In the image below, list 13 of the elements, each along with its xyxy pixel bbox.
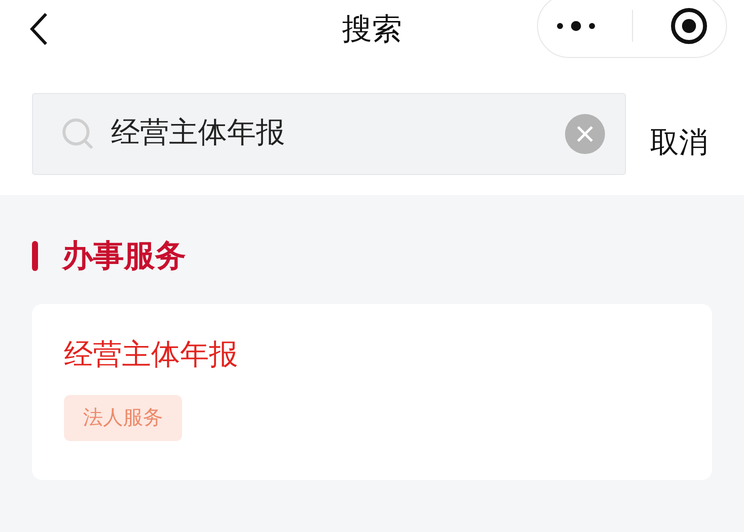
page-title: 搜索 — [342, 13, 402, 46]
clear-icon — [576, 125, 594, 143]
section-marker — [32, 241, 38, 272]
service-card[interactable]: 经营主体年报 法人服务 — [32, 304, 712, 480]
section-title: 办事服务 — [62, 237, 186, 275]
more-icon[interactable] — [556, 20, 596, 32]
search-field[interactable]: 经营主体年报 — [32, 93, 626, 175]
category-tag: 法人服务 — [64, 395, 182, 442]
service-title: 经营主体年报 — [64, 340, 239, 372]
search-input[interactable]: 经营主体年报 — [111, 112, 549, 156]
cancel-button[interactable]: 取消 — [650, 122, 708, 166]
close-miniprogram-icon[interactable] — [670, 7, 708, 45]
search-icon — [61, 117, 95, 151]
